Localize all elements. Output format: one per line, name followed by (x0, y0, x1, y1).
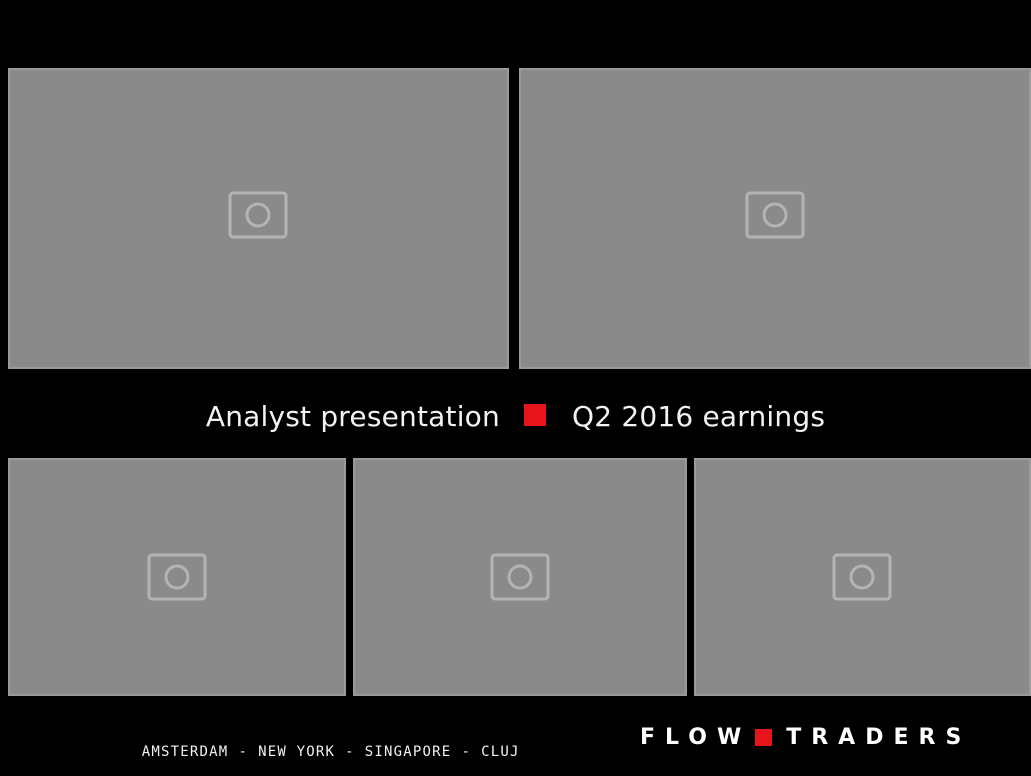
city-amsterdam: AMSTERDAM (141, 744, 229, 760)
photo-placeholder (8, 68, 509, 369)
photo-bottom-center (353, 458, 687, 696)
photo-bottom-right (694, 458, 1031, 696)
photo-bottom-left (8, 458, 346, 696)
photo-placeholder (519, 68, 1031, 369)
logo-word-traders: TRADERS (786, 724, 972, 750)
logo-word-flow: FLOW (640, 724, 752, 750)
footer: AMSTERDAM - NEW YORK - SINGAPORE - CLUJ FLOW T… (0, 712, 1031, 762)
photo-top-left (8, 68, 509, 369)
photo-placeholder (694, 458, 1031, 696)
city-separator: - (238, 744, 249, 760)
slide: Analyst presentation Q2 2016 earnings AM… (0, 0, 1031, 774)
photo-top-right (519, 68, 1031, 369)
city-cluj: CLUJ (481, 744, 520, 760)
city-separator: - (461, 744, 472, 760)
photo-placeholder (353, 458, 687, 696)
office-locations: AMSTERDAM - NEW YORK - SINGAPORE - CLUJ (84, 728, 520, 776)
slide-subtitle: Q2 2016 earnings (571, 399, 826, 433)
title-band: Analyst presentation Q2 2016 earnings (0, 388, 1031, 444)
city-separator: - (345, 744, 355, 760)
city-singapore: SINGAPORE (364, 744, 452, 760)
red-square-separator (523, 404, 546, 426)
slide-title: Analyst presentation (205, 399, 500, 433)
logo-red-square (755, 728, 773, 746)
flow-traders-logo: FLOW TRADERS (640, 724, 971, 750)
photo-placeholder (8, 458, 346, 696)
city-new-york: NEW YORK (258, 744, 336, 760)
